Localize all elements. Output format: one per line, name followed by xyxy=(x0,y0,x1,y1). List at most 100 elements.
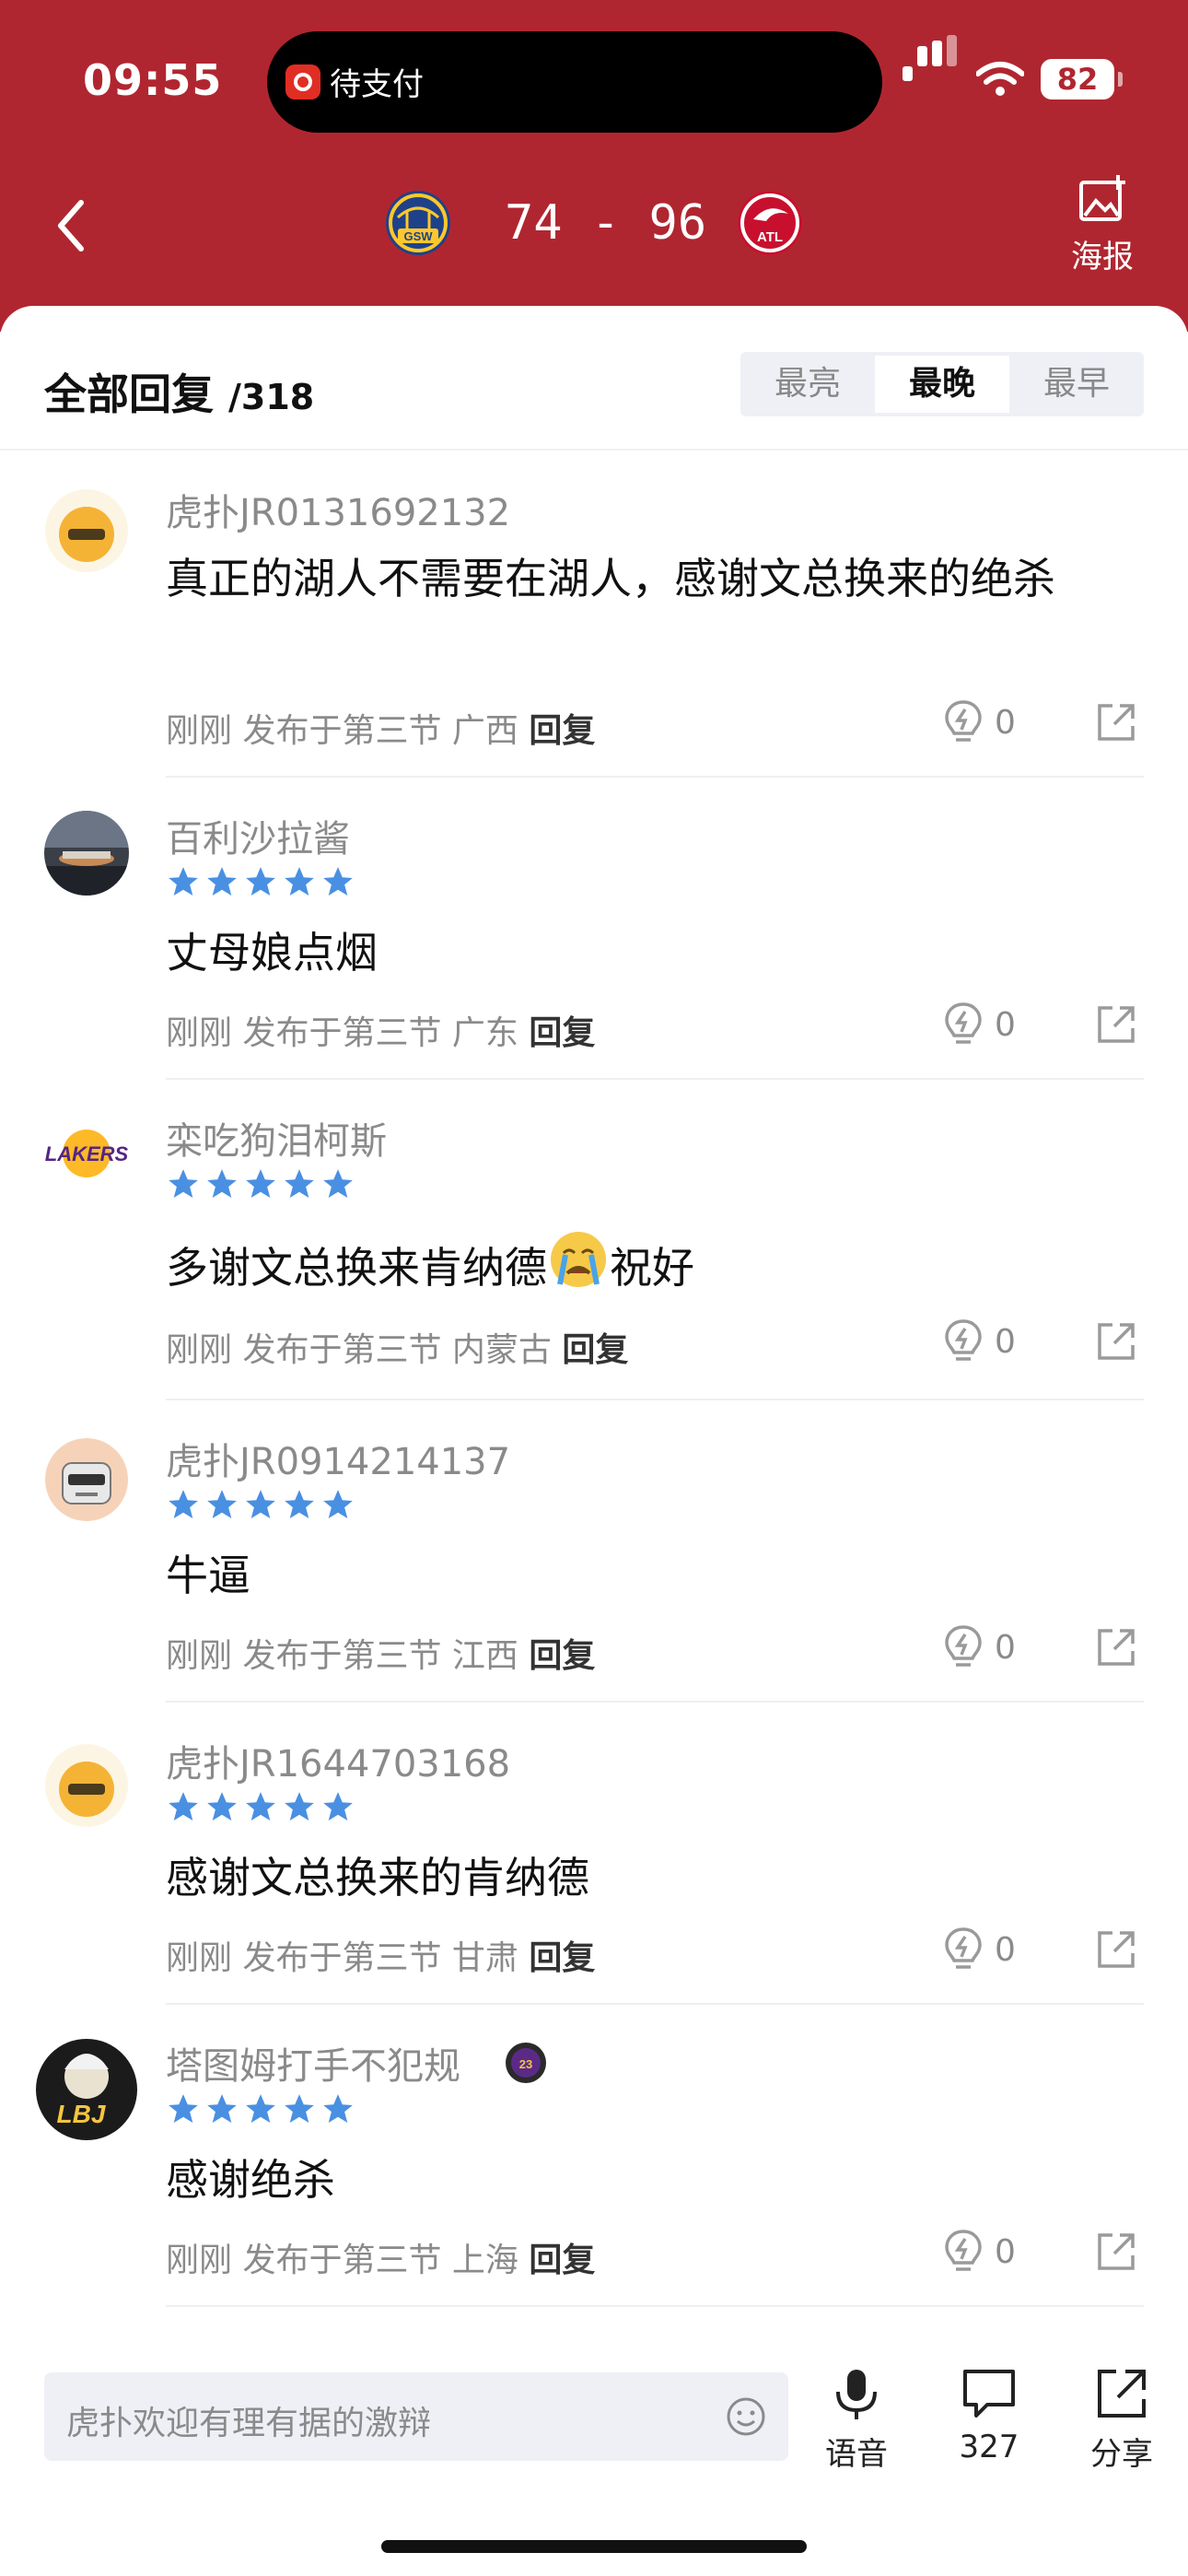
hupu-default-avatar-icon[interactable] xyxy=(44,1743,129,1828)
back-arrow-icon[interactable] xyxy=(50,193,105,258)
sort-tab-earliest[interactable]: 最早 xyxy=(1009,352,1144,416)
star-rating xyxy=(166,1166,359,1203)
star-icon xyxy=(169,1169,198,1199)
light-bulb-icon[interactable] xyxy=(943,1317,984,1364)
light-count: 0 xyxy=(995,1931,1016,1969)
dynamic-island[interactable]: 待支付 xyxy=(267,31,882,133)
reply-button[interactable]: 回复 xyxy=(529,1014,595,1052)
reply-button[interactable]: 回复 xyxy=(529,1939,595,1977)
comment-meta: 刚刚 发布于第三节 上海 回复 xyxy=(166,2233,595,2281)
lakers-logo-avatar-icon[interactable]: LAKERS xyxy=(44,1111,129,1196)
reply-count: /318 xyxy=(228,377,315,417)
microphone-icon xyxy=(836,2370,877,2419)
light-bulb-icon[interactable] xyxy=(943,1926,984,1972)
gsw-logo-icon[interactable]: GSW xyxy=(385,190,451,256)
reply-button[interactable]: 回复 xyxy=(529,712,595,750)
image-add-icon xyxy=(1079,175,1125,221)
battery-tip xyxy=(1118,72,1123,87)
section-divider xyxy=(0,449,1188,451)
island-status-text: 待支付 xyxy=(330,66,424,103)
star-rating xyxy=(166,864,359,901)
star-icon xyxy=(207,1792,237,1821)
light-bulb-icon[interactable] xyxy=(943,698,984,744)
share-icon[interactable] xyxy=(1096,1321,1136,1362)
voice-button[interactable]: 语音 xyxy=(801,2366,912,2474)
light-bulb-icon[interactable] xyxy=(943,1623,984,1669)
lbj-avatar-icon[interactable]: LBJ xyxy=(35,2038,138,2141)
light-count: 0 xyxy=(995,704,1016,742)
status-time: 09:55 xyxy=(83,55,223,105)
comment-meta-text: 刚刚 发布于第三节 内蒙古 xyxy=(166,1331,552,1369)
photo-avatar-icon[interactable] xyxy=(44,811,129,896)
star-icon xyxy=(323,1792,353,1821)
star-icon xyxy=(285,1169,314,1199)
crying-face-emoji xyxy=(551,1232,606,1287)
comments-count: 327 xyxy=(959,2429,1019,2465)
svg-text:23: 23 xyxy=(519,2057,532,2071)
comments-button[interactable]: 327 xyxy=(934,2366,1044,2465)
comment-input[interactable]: 虎扑欢迎有理有据的激辩 xyxy=(44,2372,788,2461)
light-bulb-icon[interactable] xyxy=(943,1001,984,1047)
comment-divider xyxy=(166,2305,1144,2307)
comment-username[interactable]: 虎扑JR0914214137 xyxy=(166,1432,510,1485)
atl-logo-icon[interactable]: ATL xyxy=(737,190,803,256)
sort-tabs: 最亮 最晚 最早 xyxy=(740,352,1144,416)
share-icon[interactable] xyxy=(1096,1004,1136,1045)
emoji-icon[interactable] xyxy=(726,2396,766,2437)
comment-meta: 刚刚 发布于第三节 广东 回复 xyxy=(166,1006,595,1054)
star-icon xyxy=(323,1169,353,1199)
share-icon[interactable] xyxy=(1096,702,1136,743)
star-icon xyxy=(323,2094,353,2124)
star-icon xyxy=(246,1792,275,1821)
light-count: 0 xyxy=(995,2233,1016,2271)
comment-username[interactable]: 虎扑JR1644703168 xyxy=(166,1734,510,1787)
team-badge-icon: 23 xyxy=(506,2043,546,2083)
comment-meta: 刚刚 发布于第三节 广西 回复 xyxy=(166,704,595,752)
comment-username[interactable]: 虎扑JR0131692132 xyxy=(166,483,510,536)
share-icon[interactable] xyxy=(1096,1627,1136,1668)
comment-username[interactable]: 塔图姆打手不犯规 xyxy=(166,2036,460,2090)
star-icon xyxy=(323,1490,353,1519)
star-icon xyxy=(285,2094,314,2124)
star-icon xyxy=(246,867,275,896)
reply-button[interactable]: 回复 xyxy=(529,2242,595,2279)
game-score: 74 - 96 xyxy=(505,195,707,251)
star-rating xyxy=(166,1487,359,1524)
comment-text: 丈母娘点烟 xyxy=(166,928,378,978)
star-icon xyxy=(207,2094,237,2124)
star-icon xyxy=(285,1792,314,1821)
voice-label: 语音 xyxy=(825,2436,888,2473)
star-icon xyxy=(246,2094,275,2124)
comment-text: 牛逼 xyxy=(166,1551,250,1600)
comment-divider xyxy=(166,776,1144,778)
star-icon xyxy=(246,1169,275,1199)
star-icon xyxy=(207,867,237,896)
hupu-default-avatar-icon[interactable] xyxy=(44,488,129,573)
light-bulb-icon[interactable] xyxy=(943,2228,984,2274)
pinduoduo-app-icon xyxy=(285,64,320,100)
robot-avatar-icon[interactable] xyxy=(44,1437,129,1522)
poster-button[interactable]: 海报 xyxy=(1059,175,1146,276)
reply-button[interactable]: 回复 xyxy=(529,1637,595,1675)
wifi-icon xyxy=(976,62,1024,96)
sort-tab-latest[interactable]: 最晚 xyxy=(875,356,1009,413)
share-icon[interactable] xyxy=(1096,1929,1136,1970)
comment-text: 感谢绝杀 xyxy=(166,2155,335,2205)
reply-button[interactable]: 回复 xyxy=(562,1331,628,1369)
share-button[interactable]: 分享 xyxy=(1066,2366,1177,2474)
comment-divider xyxy=(166,1701,1144,1703)
comment-username[interactable]: 百利沙拉酱 xyxy=(166,809,350,862)
sort-tab-brightest[interactable]: 最亮 xyxy=(740,352,875,416)
comment-text: 多谢文总换来肯纳德 祝好 xyxy=(166,1229,1124,1303)
share-icon[interactable] xyxy=(1096,2231,1136,2272)
star-icon xyxy=(169,867,198,896)
home-indicator[interactable] xyxy=(381,2540,807,2553)
game-header: 09:55 待支付 82 GSW 74 - 96 ATL 海报 xyxy=(0,0,1188,332)
comment-divider xyxy=(166,1399,1144,1400)
comment-meta: 刚刚 发布于第三节 甘肃 回复 xyxy=(166,1931,595,1979)
section-title-text: 全部回复 xyxy=(44,369,214,419)
comment-username[interactable]: 栾吃狗泪柯斯 xyxy=(166,1111,387,1165)
comment-bubble-icon xyxy=(963,2370,1015,2418)
comment-divider xyxy=(166,1078,1144,1080)
comment-divider xyxy=(166,2003,1144,2005)
